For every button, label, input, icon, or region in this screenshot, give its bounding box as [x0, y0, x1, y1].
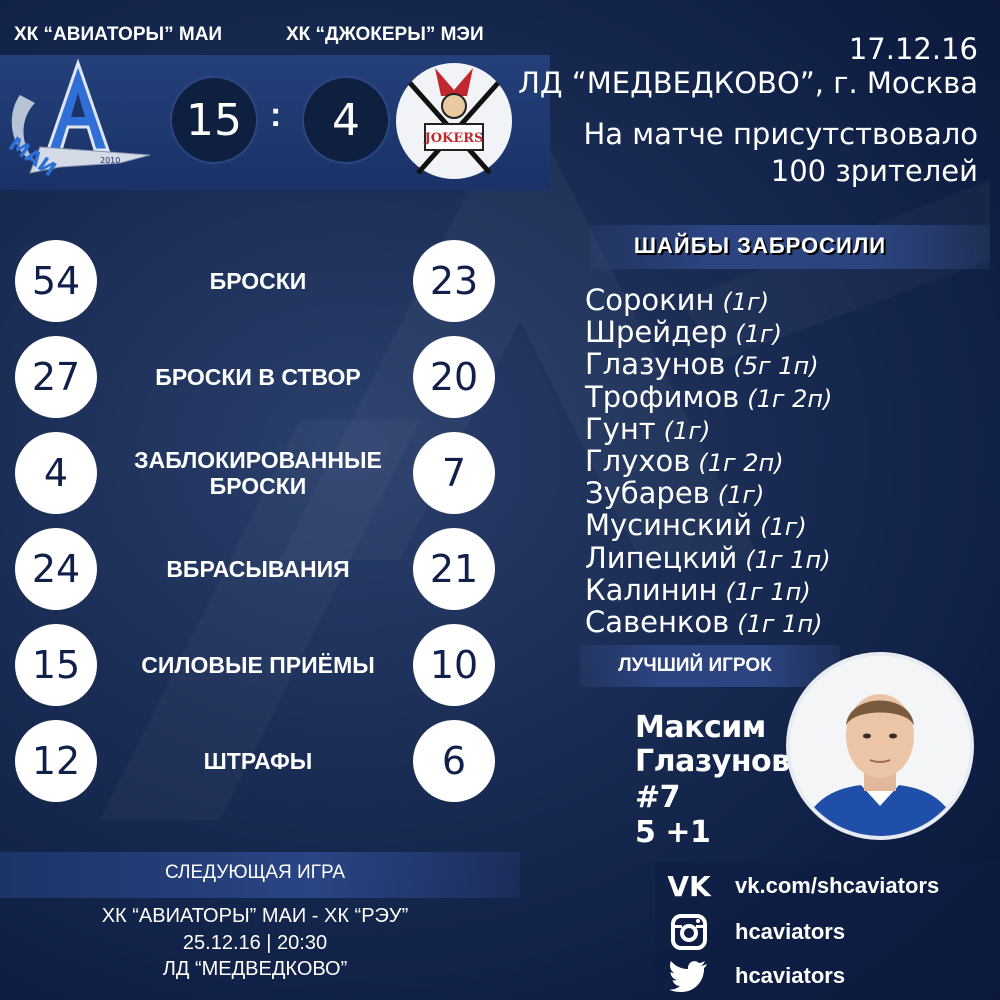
stat-away-value: 10 [413, 624, 495, 706]
scorer-stats: (1г) [717, 481, 765, 510]
scorer-stats: (1г 1п) [745, 545, 831, 574]
scorer-item: Сорокин (1г) [585, 284, 832, 316]
svg-text:2010: 2010 [100, 156, 120, 165]
away-team-logo: JOKERS [396, 63, 512, 179]
best-player-first-name: Максим [635, 710, 766, 745]
stat-row-hits: 15 СИЛОВЫЕ ПРИЁМЫ 10 [15, 624, 495, 708]
stat-label: ШТРАФЫ [203, 748, 313, 774]
svg-text:VK: VK [667, 872, 712, 900]
stat-label: ВБРАСЫВАНИЯ [166, 556, 350, 582]
attendance-line-1: На матче присутствовало [583, 117, 978, 151]
scorer-item: Калинин (1г 1п) [585, 574, 832, 606]
home-team-label: ХК “АВИАТОРЫ” МАИ [14, 24, 223, 45]
twitter-link-text[interactable]: hcaviators [735, 963, 845, 989]
scorer-name: Шрейдер [585, 315, 728, 350]
scorer-item: Шрейдер (1г) [585, 316, 832, 348]
scorer-name: Савенков [585, 604, 730, 639]
scorer-item: Гунт (1г) [585, 413, 832, 445]
svg-text:JOKERS: JOKERS [424, 131, 484, 146]
stat-row-penalties: 12 ШТРАФЫ 6 [15, 720, 495, 804]
social-vk-link[interactable]: VK vk.com/shcaviators [665, 866, 939, 906]
stat-label: СИЛОВЫЕ ПРИЁМЫ [141, 652, 375, 678]
scorer-stats: (1г 1п) [725, 577, 811, 606]
scorer-item: Глазунов (5г 1п) [585, 348, 832, 380]
scorer-name: Мусинский [585, 508, 753, 543]
scorer-name: Липецкий [585, 540, 738, 575]
best-player-number: #7 [635, 780, 681, 815]
stat-away-value: 21 [413, 528, 495, 610]
scorer-name: Трофимов [585, 379, 740, 414]
home-team-logo: МАИ 2010 [4, 58, 151, 181]
best-player-title: ЛУЧШИЙ ИГРОК [618, 655, 772, 676]
stat-label: БРОСКИ В СТВОР [155, 364, 361, 390]
stat-label: БРОСКИ [209, 268, 307, 294]
scorer-stats: (1г 2п) [698, 448, 784, 477]
vk-icon: VK [665, 866, 713, 906]
instagram-link-text[interactable]: hcaviators [735, 919, 845, 945]
next-game-title: СЛЕДУЮЩАЯ ИГРА [164, 862, 346, 883]
stat-away-value: 23 [413, 240, 495, 322]
stat-row-faceoffs: 24 ВБРАСЫВАНИЯ 21 [15, 528, 495, 612]
social-instagram-link[interactable]: hcaviators [665, 912, 845, 952]
scorer-name: Зубарев [585, 476, 710, 511]
twitter-icon [665, 956, 713, 996]
stat-label: ЗАБЛОКИРОВАННЫЕ БРОСКИ [134, 447, 382, 499]
next-game-datetime: 25.12.16 | 20:30 [182, 932, 328, 954]
player-portrait [790, 656, 970, 836]
stat-row-shots-on-goal: 27 БРОСКИ В СТВОР 20 [15, 336, 495, 420]
instagram-icon [665, 912, 713, 952]
stat-away-value: 6 [413, 720, 495, 802]
scorers-title: ШАЙБЫ ЗАБРОСИЛИ [633, 233, 887, 258]
social-twitter-link[interactable]: hcaviators [665, 956, 845, 996]
stat-home-value: 24 [15, 528, 97, 610]
match-date: 17.12.16 [848, 32, 978, 66]
scorer-name: Калинин [585, 572, 718, 607]
match-infographic: ХК “АВИАТОРЫ” МАИ ХК “ДЖОКЕРЫ” МЭИ МАИ 2… [0, 0, 1000, 1000]
best-player-points: 5 +1 [635, 815, 711, 850]
away-score: 4 [302, 76, 390, 164]
scorer-stats: (5г 1п) [733, 352, 819, 381]
home-score: 15 [170, 76, 258, 164]
stat-row-shots: 54 БРОСКИ 23 [15, 240, 495, 324]
scorer-name: Сорокин [585, 283, 715, 317]
scorer-name: Глазунов [585, 347, 726, 382]
stat-home-value: 27 [15, 336, 97, 418]
next-game-venue: ЛД “МЕДВЕДКОВО” [162, 958, 348, 980]
scorer-name: Глухов [585, 443, 691, 478]
stat-away-value: 20 [413, 336, 495, 418]
scorer-item: Зубарев (1г) [585, 477, 832, 509]
scorer-item: Мусинский (1г) [585, 509, 832, 541]
stat-home-value: 54 [15, 240, 97, 322]
best-player-last-name: Глазунов [635, 744, 790, 779]
match-venue: ЛД “МЕДВЕДКОВО”, г. Москва [518, 66, 978, 100]
score-separator: : [270, 96, 282, 134]
scorer-item: Глухов (1г 2п) [585, 445, 832, 477]
scorer-item: Липецкий (1г 1п) [585, 542, 832, 574]
scorer-stats: (1г) [735, 320, 783, 349]
scorer-stats: (1г) [663, 416, 711, 445]
scorer-stats: (1г) [722, 288, 770, 316]
stat-home-value: 15 [15, 624, 97, 706]
scorers-list: Сорокин (1г) Шрейдер (1г) Глазунов (5г 1п) … [585, 284, 832, 638]
vk-link-text[interactable]: vk.com/shcaviators [735, 873, 939, 899]
stat-home-value: 4 [15, 432, 97, 514]
scorer-stats: (1г) [760, 513, 807, 542]
away-team-label: ХК “ДЖОКЕРЫ” МЭИ [286, 24, 484, 45]
scorer-item: Савенков (1г 1п) [585, 606, 832, 638]
stat-away-value: 7 [413, 432, 495, 514]
attendance-line-2: 100 зрителей [770, 154, 978, 188]
scorer-item: Трофимов (1г 2п) [585, 381, 832, 413]
best-player-avatar [786, 652, 974, 840]
next-game-match: ХК “АВИАТОРЫ” МАИ - ХК “РЭУ” [101, 905, 409, 927]
scorer-stats: (1г 1п) [737, 609, 823, 638]
scorer-name: Гунт [585, 411, 656, 446]
stat-row-blocked-shots: 4 ЗАБЛОКИРОВАННЫЕ БРОСКИ 7 [15, 432, 495, 516]
stat-home-value: 12 [15, 720, 97, 802]
scorer-stats: (1г 2п) [747, 384, 833, 413]
